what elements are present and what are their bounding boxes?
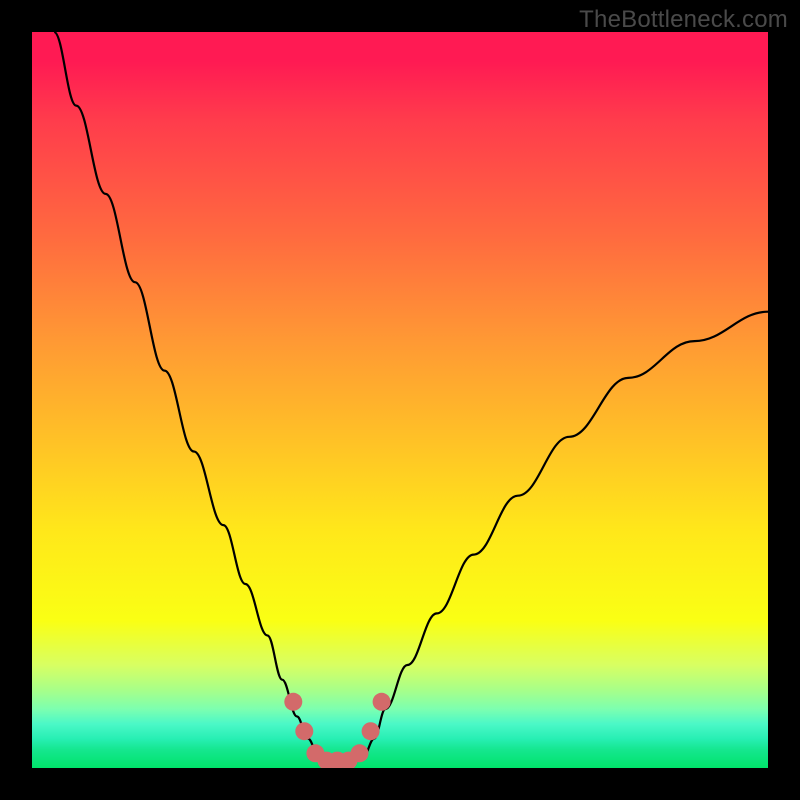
chart-plot-area (32, 32, 768, 768)
optimal-marker (373, 693, 391, 711)
optimal-marker (295, 722, 313, 740)
chart-frame: TheBottleneck.com (0, 0, 800, 800)
bottleneck-curve-path (54, 32, 768, 764)
optimal-markers-group (284, 693, 390, 768)
optimal-marker (362, 722, 380, 740)
optimal-marker (351, 744, 369, 762)
watermark-label: TheBottleneck.com (579, 6, 788, 34)
optimal-marker (284, 693, 302, 711)
bottleneck-curve-svg (32, 32, 768, 768)
